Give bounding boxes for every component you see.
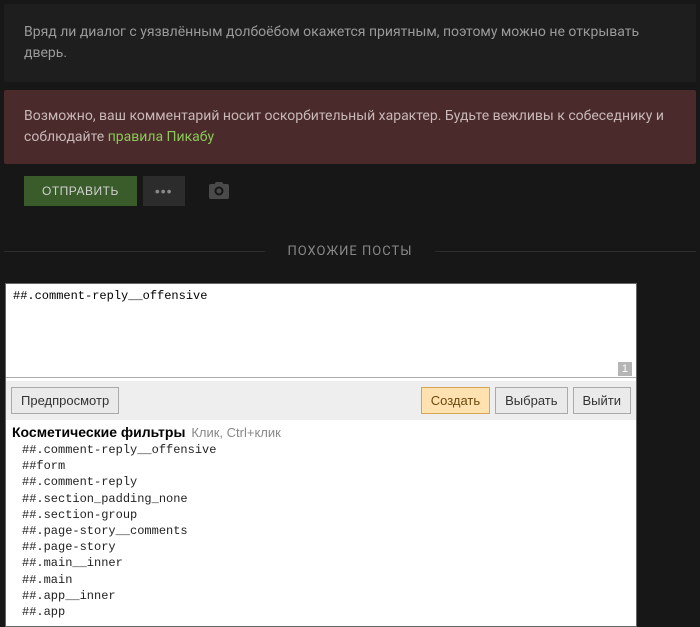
comment-actions: ОТПРАВИТЬ •••	[4, 176, 696, 220]
filter-item[interactable]: ##.section_padding_none	[22, 491, 630, 507]
comment-draft-text: Вряд ли диалог с уязвлённым долбоёбом ок…	[4, 4, 696, 82]
filter-item[interactable]: ##.section-group	[22, 507, 630, 523]
filters-heading: Косметические фильтры Клик, Ctrl+клик	[12, 424, 630, 440]
filter-item[interactable]: ##.app	[22, 604, 630, 620]
rules-link[interactable]: правила Пикабу	[108, 129, 214, 145]
offensive-warning: Возможно, ваш комментарий носит оскорбит…	[4, 90, 696, 164]
filter-item[interactable]: ##.comment-reply	[22, 474, 630, 490]
filter-item[interactable]: ##.comment-reply__offensive	[22, 442, 630, 458]
similar-posts-divider: ПОХОЖИЕ ПОСТЫ	[0, 244, 700, 259]
element-picker-panel: ##.comment-reply__offensive 1 Предпросмо…	[5, 283, 637, 627]
select-button[interactable]: Выбрать	[495, 387, 567, 414]
exit-button[interactable]: Выйти	[573, 387, 632, 414]
preview-button[interactable]: Предпросмотр	[11, 387, 119, 414]
filter-item[interactable]: ##.main__inner	[22, 555, 630, 571]
filters-hint: Клик, Ctrl+клик	[191, 425, 281, 440]
filter-item[interactable]: ##.main	[22, 572, 630, 588]
divider-line-right	[435, 251, 696, 252]
filter-item[interactable]: ##.app__inner	[22, 588, 630, 604]
picker-button-row: Предпросмотр Создать Выбрать Выйти	[6, 381, 636, 420]
send-button[interactable]: ОТПРАВИТЬ	[24, 176, 137, 206]
filter-list: ##.comment-reply__offensive##form##.comm…	[12, 442, 630, 620]
divider-label: ПОХОЖИЕ ПОСТЫ	[265, 244, 434, 259]
filter-count-badge: 1	[618, 362, 632, 376]
create-button[interactable]: Создать	[421, 387, 490, 414]
more-button[interactable]: •••	[143, 176, 185, 206]
cosmetic-filters-section: Косметические фильтры Клик, Ctrl+клик ##…	[6, 420, 636, 626]
comment-text: Вряд ли диалог с уязвлённым долбоёбом ок…	[24, 24, 639, 61]
filters-title: Косметические фильтры	[12, 424, 185, 440]
button-spacer	[124, 387, 416, 414]
divider-line-left	[4, 251, 265, 252]
filter-item[interactable]: ##.page-story	[22, 539, 630, 555]
filter-item[interactable]: ##.page-story__comments	[22, 523, 630, 539]
filter-input[interactable]: ##.comment-reply__offensive	[6, 284, 636, 378]
filter-item[interactable]: ##form	[22, 458, 630, 474]
camera-icon[interactable]	[209, 182, 229, 200]
